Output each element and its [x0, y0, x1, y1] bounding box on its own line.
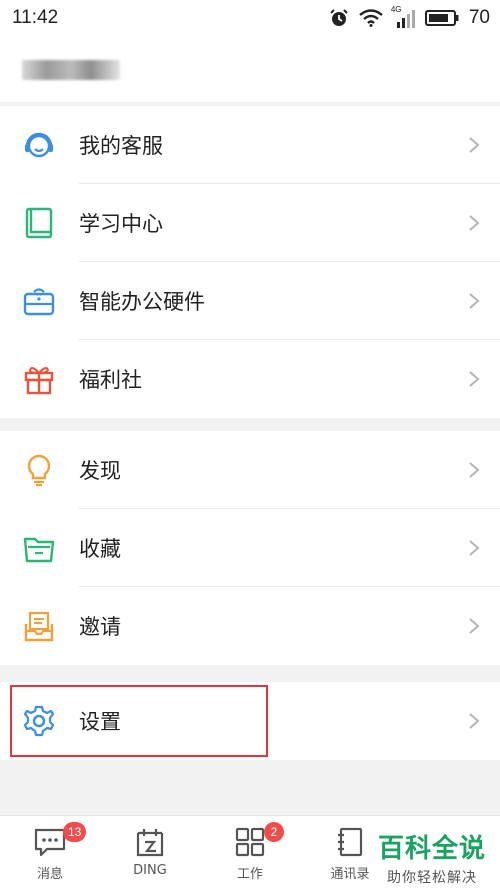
menu-item-smart-hardware[interactable]: 智能办公硬件: [0, 262, 500, 340]
headset-icon: [25, 132, 53, 158]
battery-icon: [424, 10, 459, 26]
work-badge: 2: [264, 822, 284, 842]
menu-group-2: 发现 收藏 邀请: [0, 431, 500, 665]
status-icons: 4G 70: [329, 5, 490, 29]
watermark-subtitle: 助你轻松解决: [386, 870, 477, 886]
chevron-right-icon: [469, 540, 480, 556]
watermark: 百科全说 助你轻松解决: [378, 828, 486, 887]
menu-item-label: 邀请: [79, 615, 121, 639]
menu-item-label: 我的客服: [79, 134, 163, 158]
menu-item-label: 学习中心: [79, 212, 163, 236]
tab-label: 消息: [36, 867, 63, 882]
signal-icon: 4G: [391, 5, 415, 28]
menu-item-benefits[interactable]: 福利社: [0, 340, 500, 418]
menu-item-label: 发现: [79, 459, 121, 483]
profile-header[interactable]: [0, 36, 500, 102]
chevron-right-icon: [469, 462, 480, 478]
tab-messages[interactable]: 13 消息: [0, 816, 100, 889]
tab-ding[interactable]: DING: [100, 816, 200, 889]
tab-label: DING: [133, 863, 167, 878]
chat-icon: [34, 828, 66, 857]
chevron-right-icon: [469, 618, 480, 634]
user-name-blurred: [22, 60, 120, 80]
menu-item-customer-service[interactable]: 我的客服: [0, 106, 500, 184]
chevron-right-icon: [469, 137, 480, 153]
menu-item-learning-center[interactable]: 学习中心: [0, 184, 500, 262]
envelope-icon: [24, 611, 54, 642]
lightbulb-icon: [27, 454, 51, 487]
status-bar: 11:42 4G 70: [0, 0, 500, 36]
battery-level: 70: [468, 7, 490, 28]
messages-badge: 13: [63, 822, 87, 842]
menu-item-label: 福利社: [79, 368, 142, 392]
menu-item-label: 智能办公硬件: [79, 290, 205, 314]
status-time: 11:42: [12, 7, 59, 28]
contacts-book-icon: [338, 827, 363, 857]
watermark-title: 百科全说: [377, 834, 486, 864]
device-icon: [23, 288, 55, 316]
chevron-right-icon: [469, 293, 480, 309]
tab-work[interactable]: 2 工作: [200, 816, 300, 889]
ding-icon: [136, 829, 164, 857]
tab-label: 工作: [236, 867, 263, 882]
folder-icon: [23, 537, 55, 563]
chevron-right-icon: [469, 371, 480, 387]
grid-icon: [235, 827, 265, 857]
chevron-right-icon: [469, 713, 480, 729]
menu-group-1: 我的客服 学习中心 智能办公硬件 福利社: [0, 106, 500, 418]
menu-item-label: 收藏: [79, 537, 121, 561]
wifi-icon: [359, 9, 383, 27]
menu-item-favorites[interactable]: 收藏: [0, 509, 500, 587]
settings-highlight-box: [10, 685, 268, 757]
alarm-icon: [330, 9, 348, 26]
book-icon: [25, 207, 53, 239]
gift-icon: [24, 367, 54, 395]
menu-item-invite[interactable]: 邀请: [0, 587, 500, 665]
chevron-right-icon: [469, 215, 480, 231]
menu-item-discover[interactable]: 发现: [0, 431, 500, 509]
